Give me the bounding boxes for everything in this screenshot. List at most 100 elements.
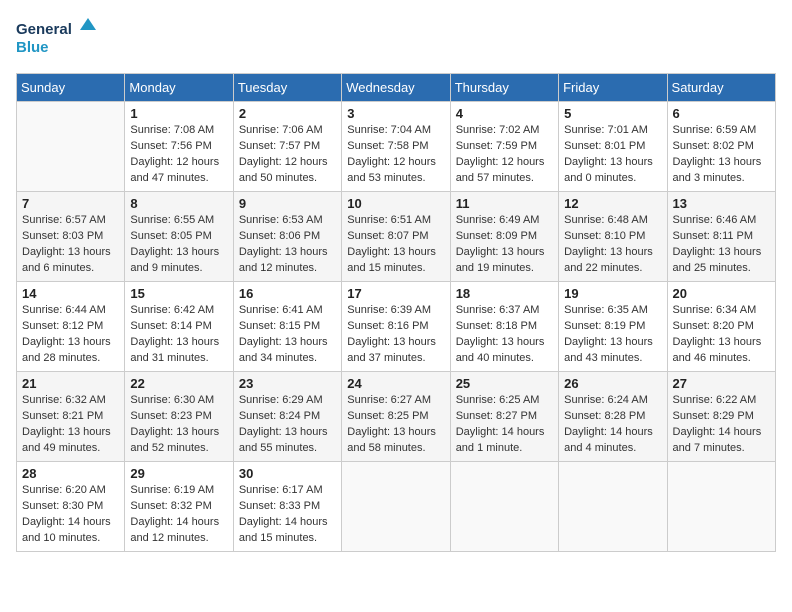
day-number: 4: [456, 106, 553, 121]
day-number: 19: [564, 286, 661, 301]
calendar-cell: 2 Sunrise: 7:06 AMSunset: 7:57 PMDaylight…: [233, 102, 341, 192]
day-info: Sunrise: 7:02 AMSunset: 7:59 PMDaylight:…: [456, 123, 553, 187]
calendar-cell: 13 Sunrise: 6:46 AMSunset: 8:11 PMDayligh…: [667, 192, 775, 282]
day-number: 20: [673, 286, 770, 301]
weekday-header-friday: Friday: [559, 74, 667, 102]
day-number: 22: [130, 376, 227, 391]
calendar-cell: 5 Sunrise: 7:01 AMSunset: 8:01 PMDaylight…: [559, 102, 667, 192]
day-number: 26: [564, 376, 661, 391]
day-info: Sunrise: 6:20 AMSunset: 8:30 PMDaylight:…: [22, 483, 119, 547]
day-info: Sunrise: 6:57 AMSunset: 8:03 PMDaylight:…: [22, 213, 119, 277]
day-info: Sunrise: 6:42 AMSunset: 8:14 PMDaylight:…: [130, 303, 227, 367]
day-number: 24: [347, 376, 444, 391]
day-info: Sunrise: 7:08 AMSunset: 7:56 PMDaylight:…: [130, 123, 227, 187]
calendar-cell: 28 Sunrise: 6:20 AMSunset: 8:30 PMDayligh…: [17, 462, 125, 552]
calendar-cell: 16 Sunrise: 6:41 AMSunset: 8:15 PMDayligh…: [233, 282, 341, 372]
week-row-5: 28 Sunrise: 6:20 AMSunset: 8:30 PMDayligh…: [17, 462, 776, 552]
day-info: Sunrise: 6:53 AMSunset: 8:06 PMDaylight:…: [239, 213, 336, 277]
calendar-cell: 29 Sunrise: 6:19 AMSunset: 8:32 PMDayligh…: [125, 462, 233, 552]
calendar-cell: 11Sunrise: 6:49 AMSunset: 8:09 PMDayligh…: [450, 192, 558, 282]
day-number: 2: [239, 106, 336, 121]
day-info: Sunrise: 6:41 AMSunset: 8:15 PMDaylight:…: [239, 303, 336, 367]
day-number: 29: [130, 466, 227, 481]
calendar-cell: 24 Sunrise: 6:27 AMSunset: 8:25 PMDayligh…: [342, 372, 450, 462]
day-number: 21: [22, 376, 119, 391]
day-info: Sunrise: 7:04 AMSunset: 7:58 PMDaylight:…: [347, 123, 444, 187]
day-number: 6: [673, 106, 770, 121]
calendar-cell: 15 Sunrise: 6:42 AMSunset: 8:14 PMDayligh…: [125, 282, 233, 372]
day-number: 18: [456, 286, 553, 301]
calendar-cell: 22 Sunrise: 6:30 AMSunset: 8:23 PMDayligh…: [125, 372, 233, 462]
calendar-cell: [342, 462, 450, 552]
calendar-cell: 7 Sunrise: 6:57 AMSunset: 8:03 PMDaylight…: [17, 192, 125, 282]
day-info: Sunrise: 6:30 AMSunset: 8:23 PMDaylight:…: [130, 393, 227, 457]
day-info: Sunrise: 6:27 AMSunset: 8:25 PMDaylight:…: [347, 393, 444, 457]
day-info: Sunrise: 6:59 AMSunset: 8:02 PMDaylight:…: [673, 123, 770, 187]
day-number: 9: [239, 196, 336, 211]
day-info: Sunrise: 6:22 AMSunset: 8:29 PMDaylight:…: [673, 393, 770, 457]
calendar-cell: 12Sunrise: 6:48 AMSunset: 8:10 PMDayligh…: [559, 192, 667, 282]
day-number: 8: [130, 196, 227, 211]
calendar-cell: 8Sunrise: 6:55 AMSunset: 8:05 PMDaylight…: [125, 192, 233, 282]
weekday-header-monday: Monday: [125, 74, 233, 102]
day-number: 7: [22, 196, 119, 211]
day-info: Sunrise: 6:19 AMSunset: 8:32 PMDaylight:…: [130, 483, 227, 547]
calendar-cell: 21 Sunrise: 6:32 AMSunset: 8:21 PMDayligh…: [17, 372, 125, 462]
day-number: 15: [130, 286, 227, 301]
week-row-2: 7 Sunrise: 6:57 AMSunset: 8:03 PMDaylight…: [17, 192, 776, 282]
day-number: 17: [347, 286, 444, 301]
day-info: Sunrise: 6:32 AMSunset: 8:21 PMDaylight:…: [22, 393, 119, 457]
day-number: 5: [564, 106, 661, 121]
day-number: 30: [239, 466, 336, 481]
calendar-cell: 3Sunrise: 7:04 AMSunset: 7:58 PMDaylight…: [342, 102, 450, 192]
day-info: Sunrise: 6:24 AMSunset: 8:28 PMDaylight:…: [564, 393, 661, 457]
calendar-table: SundayMondayTuesdayWednesdayThursdayFrid…: [16, 73, 776, 552]
calendar-cell: 26 Sunrise: 6:24 AMSunset: 8:28 PMDayligh…: [559, 372, 667, 462]
day-info: Sunrise: 6:29 AMSunset: 8:24 PMDaylight:…: [239, 393, 336, 457]
calendar-cell: 6 Sunrise: 6:59 AMSunset: 8:02 PMDaylight…: [667, 102, 775, 192]
day-info: Sunrise: 6:46 AMSunset: 8:11 PMDaylight:…: [673, 213, 770, 277]
calendar-cell: 10 Sunrise: 6:51 AMSunset: 8:07 PMDayligh…: [342, 192, 450, 282]
logo: General Blue: [16, 16, 96, 61]
day-number: 12: [564, 196, 661, 211]
calendar-cell: [17, 102, 125, 192]
calendar-cell: 25 Sunrise: 6:25 AMSunset: 8:27 PMDayligh…: [450, 372, 558, 462]
calendar-cell: 27Sunrise: 6:22 AMSunset: 8:29 PMDayligh…: [667, 372, 775, 462]
calendar-cell: 18 Sunrise: 6:37 AMSunset: 8:18 PMDayligh…: [450, 282, 558, 372]
day-info: Sunrise: 6:34 AMSunset: 8:20 PMDaylight:…: [673, 303, 770, 367]
day-number: 25: [456, 376, 553, 391]
page-header: General Blue: [16, 16, 776, 61]
day-info: Sunrise: 6:51 AMSunset: 8:07 PMDaylight:…: [347, 213, 444, 277]
day-info: Sunrise: 7:06 AMSunset: 7:57 PMDaylight:…: [239, 123, 336, 187]
logo-svg: General Blue: [16, 16, 96, 61]
calendar-cell: 14 Sunrise: 6:44 AMSunset: 8:12 PMDayligh…: [17, 282, 125, 372]
calendar-cell: 9 Sunrise: 6:53 AMSunset: 8:06 PMDaylight…: [233, 192, 341, 282]
day-info: Sunrise: 6:44 AMSunset: 8:12 PMDaylight:…: [22, 303, 119, 367]
week-row-4: 21 Sunrise: 6:32 AMSunset: 8:21 PMDayligh…: [17, 372, 776, 462]
day-number: 13: [673, 196, 770, 211]
day-info: Sunrise: 6:17 AMSunset: 8:33 PMDaylight:…: [239, 483, 336, 547]
day-number: 14: [22, 286, 119, 301]
day-number: 1: [130, 106, 227, 121]
calendar-cell: 17 Sunrise: 6:39 AMSunset: 8:16 PMDayligh…: [342, 282, 450, 372]
day-number: 28: [22, 466, 119, 481]
day-info: Sunrise: 7:01 AMSunset: 8:01 PMDaylight:…: [564, 123, 661, 187]
calendar-cell: 1 Sunrise: 7:08 AMSunset: 7:56 PMDaylight…: [125, 102, 233, 192]
day-number: 23: [239, 376, 336, 391]
day-info: Sunrise: 6:39 AMSunset: 8:16 PMDaylight:…: [347, 303, 444, 367]
day-info: Sunrise: 6:25 AMSunset: 8:27 PMDaylight:…: [456, 393, 553, 457]
week-row-1: 1 Sunrise: 7:08 AMSunset: 7:56 PMDaylight…: [17, 102, 776, 192]
day-info: Sunrise: 6:37 AMSunset: 8:18 PMDaylight:…: [456, 303, 553, 367]
calendar-cell: 4 Sunrise: 7:02 AMSunset: 7:59 PMDaylight…: [450, 102, 558, 192]
day-number: 16: [239, 286, 336, 301]
weekday-header-saturday: Saturday: [667, 74, 775, 102]
calendar-cell: 19 Sunrise: 6:35 AMSunset: 8:19 PMDayligh…: [559, 282, 667, 372]
day-number: 10: [347, 196, 444, 211]
calendar-cell: 20 Sunrise: 6:34 AMSunset: 8:20 PMDayligh…: [667, 282, 775, 372]
day-info: Sunrise: 6:35 AMSunset: 8:19 PMDaylight:…: [564, 303, 661, 367]
calendar-cell: [559, 462, 667, 552]
day-number: 11: [456, 196, 553, 211]
weekday-header-sunday: Sunday: [17, 74, 125, 102]
svg-text:Blue: Blue: [16, 39, 49, 56]
weekday-header-tuesday: Tuesday: [233, 74, 341, 102]
